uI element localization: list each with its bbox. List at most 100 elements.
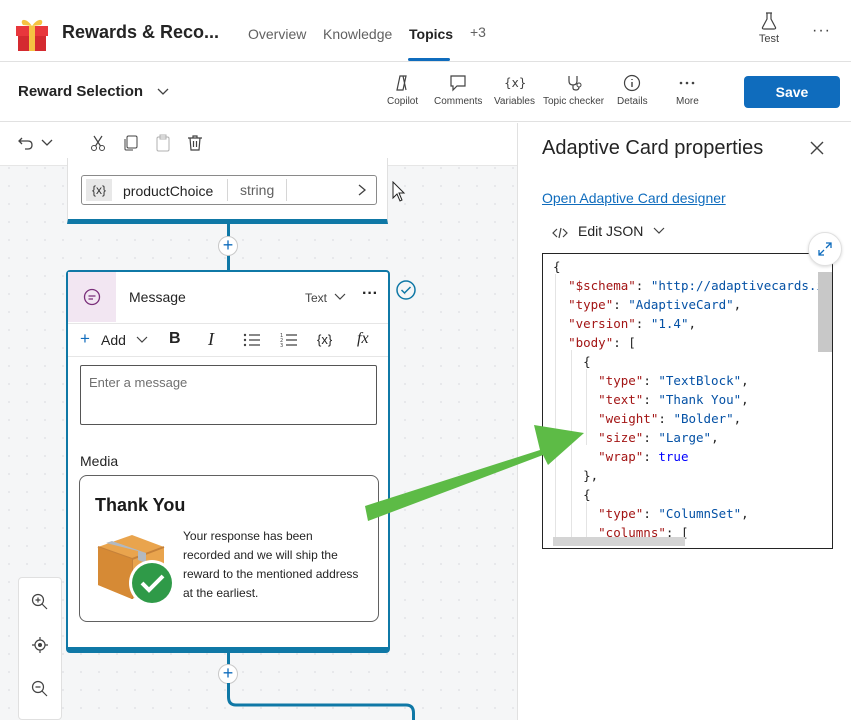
json-editor[interactable]: { "$schema": "http://adaptivecards.io "t… xyxy=(542,253,833,549)
close-icon[interactable] xyxy=(810,141,824,155)
flask-icon xyxy=(761,12,777,30)
format-selector[interactable]: Text xyxy=(305,291,346,305)
edit-json-label: Edit JSON xyxy=(578,223,644,239)
message-icon-container xyxy=(68,272,116,322)
info-icon xyxy=(624,74,641,92)
comment-icon xyxy=(450,75,466,92)
mouse-cursor-icon xyxy=(392,181,406,202)
topic-toolbar: Reward Selection Copilot Comments {x} Va… xyxy=(0,62,851,122)
format-toolbar: + Add B I 123 {x} fx xyxy=(68,323,388,357)
json-line: "$schema": "http://adaptivecards.io xyxy=(568,278,832,293)
vertical-scrollbar[interactable] xyxy=(818,272,832,352)
message-node[interactable]: Message Text ··· + Add B I 123 {x} fx En… xyxy=(66,270,390,653)
horizontal-scrollbar[interactable] xyxy=(553,537,685,546)
panel-title: Adaptive Card properties xyxy=(542,137,764,159)
json-line: "type": "TextBlock", xyxy=(598,373,749,388)
more-label: More xyxy=(676,96,699,107)
json-line: "wrap": true xyxy=(598,449,689,464)
tab-overview[interactable]: Overview xyxy=(248,26,306,42)
stethoscope-icon xyxy=(567,76,582,91)
app-title[interactable]: Rewards & Reco... xyxy=(62,22,219,43)
json-line: }, xyxy=(553,468,599,483)
save-button[interactable]: Save xyxy=(744,76,840,108)
zoom-out-icon[interactable] xyxy=(31,680,49,698)
check-circle-icon xyxy=(396,280,416,300)
chevron-down-icon xyxy=(653,227,665,234)
topic-checker-button[interactable]: Topic checker xyxy=(543,74,604,107)
topic-checker-label: Topic checker xyxy=(543,96,605,107)
media-label: Media xyxy=(80,453,119,469)
copilot-icon xyxy=(395,75,407,91)
chevron-down-icon[interactable] xyxy=(156,84,170,98)
card-title: Thank You xyxy=(95,495,186,515)
variable-icon: {x} xyxy=(86,179,112,201)
card-body-text: Your response has been recorded and we w… xyxy=(183,529,359,600)
copy-icon[interactable] xyxy=(122,134,140,152)
more-button[interactable]: More xyxy=(676,74,699,107)
test-label: Test xyxy=(758,33,780,45)
copilot-button[interactable]: Copilot xyxy=(387,74,418,107)
paste-icon[interactable] xyxy=(154,134,172,152)
expand-icon xyxy=(818,242,832,256)
zoom-in-icon[interactable] xyxy=(31,593,49,611)
variable-icon: {x} xyxy=(504,76,525,90)
add-node-button[interactable]: + xyxy=(218,664,238,684)
details-button[interactable]: Details xyxy=(617,74,648,107)
italic-icon[interactable]: I xyxy=(208,329,214,350)
adaptive-card-preview[interactable]: Thank You Your response has been recorde… xyxy=(79,475,379,622)
json-line: { xyxy=(553,259,561,274)
details-label: Details xyxy=(617,96,648,107)
code-icon xyxy=(552,227,568,239)
topic-name[interactable]: Reward Selection xyxy=(18,83,143,100)
message-node-title: Message xyxy=(129,289,186,305)
json-line: "text": "Thank You", xyxy=(598,392,749,407)
message-node-header: Message Text ··· xyxy=(68,272,388,322)
json-line: "type": "AdaptiveCard", xyxy=(568,297,742,312)
recenter-icon[interactable] xyxy=(31,636,49,654)
variables-button[interactable]: {x} Variables xyxy=(494,74,535,107)
json-line: "type": "ColumnSet", xyxy=(598,506,749,521)
header-more-icon[interactable]: ··· xyxy=(812,22,831,40)
chevron-right-icon xyxy=(358,184,367,196)
node-more-icon[interactable]: ··· xyxy=(362,285,378,303)
json-line: { xyxy=(553,487,591,502)
numbered-list-icon[interactable]: 123 xyxy=(280,332,298,348)
question-node[interactable]: {x} productChoice string xyxy=(67,158,388,224)
zoom-controls xyxy=(18,577,62,720)
svg-text:3: 3 xyxy=(280,343,283,348)
variables-label: Variables xyxy=(494,96,535,107)
edit-json-toggle[interactable]: Edit JSON xyxy=(578,223,665,239)
message-input[interactable]: Enter a message xyxy=(80,365,377,425)
formula-icon[interactable]: fx xyxy=(357,330,369,348)
copilot-label: Copilot xyxy=(387,96,419,107)
insert-variable-icon[interactable]: {x} xyxy=(317,332,332,347)
svg-text:{x}: {x} xyxy=(504,76,525,90)
json-line: "size": "Large", xyxy=(598,430,719,445)
plus-icon[interactable]: + xyxy=(80,329,90,349)
json-line: "body": [ xyxy=(568,335,636,350)
tab-knowledge[interactable]: Knowledge xyxy=(323,26,392,42)
undo-icon[interactable] xyxy=(17,134,35,152)
tab-topics[interactable]: Topics xyxy=(409,26,453,42)
chevron-down-icon xyxy=(334,293,346,300)
delete-icon[interactable] xyxy=(186,134,204,152)
expand-editor-button[interactable] xyxy=(808,232,842,266)
variable-selector[interactable]: {x} productChoice string xyxy=(81,175,377,205)
add-button[interactable]: Add xyxy=(101,332,126,348)
bullet-list-icon[interactable] xyxy=(243,332,261,348)
cut-icon[interactable] xyxy=(89,134,107,152)
open-designer-link[interactable]: Open Adaptive Card designer xyxy=(542,190,726,206)
chevron-down-icon[interactable] xyxy=(136,335,148,345)
comments-label: Comments xyxy=(434,96,483,107)
tab-more-count[interactable]: +3 xyxy=(470,24,486,40)
gift-icon xyxy=(16,19,48,51)
variable-type: string xyxy=(227,179,288,201)
test-button[interactable]: Test xyxy=(755,12,783,45)
add-node-button[interactable]: + xyxy=(218,236,238,256)
comments-button[interactable]: Comments xyxy=(434,74,482,107)
chevron-down-icon[interactable] xyxy=(40,136,54,150)
json-line: "version": "1.4", xyxy=(568,316,697,331)
bold-icon[interactable]: B xyxy=(169,330,181,348)
authoring-canvas[interactable]: {x} productChoice string + Message Text … xyxy=(0,123,517,720)
chat-bubble-icon xyxy=(83,288,101,306)
